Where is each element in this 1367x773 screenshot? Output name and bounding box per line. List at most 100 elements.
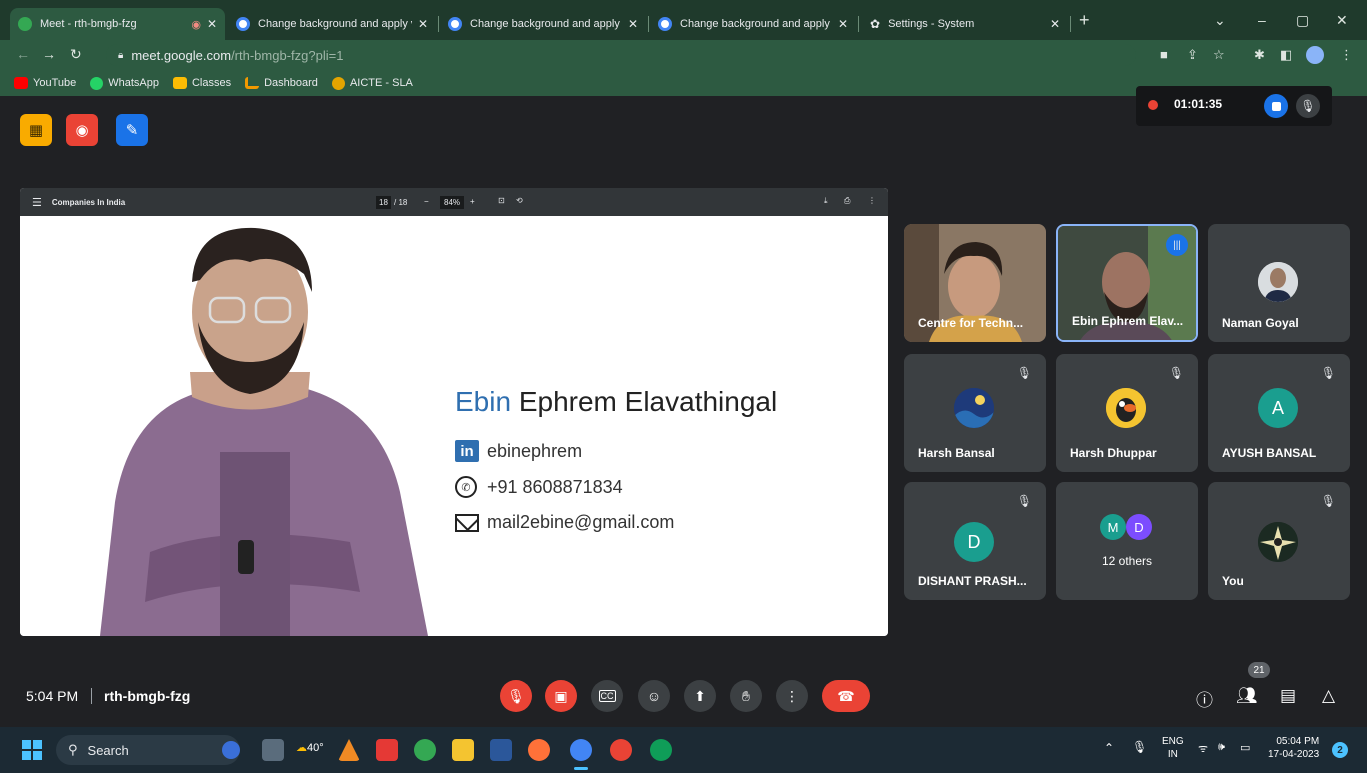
close-tab-icon[interactable]: ✕ xyxy=(207,17,217,31)
zoom-in-icon[interactable]: + xyxy=(470,197,475,206)
rotate-icon[interactable]: ⟲ xyxy=(516,196,523,205)
whatsapp-icon xyxy=(90,76,104,90)
volume-icon[interactable]: 🕪︎ xyxy=(1218,741,1225,754)
profile-avatar[interactable] xyxy=(1306,46,1324,64)
notification-badge[interactable]: 2 xyxy=(1332,742,1348,758)
microphone-icon[interactable]: 🎙︎ xyxy=(1132,740,1147,754)
aicte-icon xyxy=(331,76,345,90)
participant-tile-others[interactable]: M D 12 others xyxy=(1056,482,1198,600)
bookmark-aicte[interactable]: AICTE - SLA xyxy=(331,76,413,90)
participant-tile[interactable]: 🎙︎ A AYUSH BANSAL xyxy=(1208,354,1350,472)
acrobat-icon[interactable] xyxy=(376,739,398,761)
camera-off-button[interactable]: ▣ xyxy=(545,680,577,712)
mic-off-button[interactable]: 🎙︎ xyxy=(500,680,532,712)
notes-icon[interactable]: ✎ xyxy=(116,114,148,146)
people-icon[interactable]: 👥︎ xyxy=(1236,686,1258,706)
slide-email: mail2ebine@gmail.com xyxy=(487,512,675,532)
participant-tile[interactable]: 🎙︎ Harsh Dhuppar xyxy=(1056,354,1198,472)
url-host: meet.google.com xyxy=(131,47,232,63)
close-tab-icon[interactable]: ✕ xyxy=(1050,17,1060,31)
reactions-button[interactable]: ☺ xyxy=(638,680,670,712)
mic-off-icon[interactable]: 🎙︎ xyxy=(1296,94,1320,118)
tab-change-background-3[interactable]: Change background and apply v ✕ xyxy=(650,8,856,40)
leave-call-button[interactable]: ☎︎ xyxy=(822,680,870,712)
battery-icon[interactable]: ▭ xyxy=(1240,741,1250,754)
firefox-icon[interactable] xyxy=(528,739,550,761)
windows-start-icon[interactable] xyxy=(22,740,42,760)
participant-tile-self[interactable]: 🎙︎ You xyxy=(1208,482,1350,600)
google-icon xyxy=(658,17,672,31)
tab-change-background-2[interactable]: Change background and apply v ✕ xyxy=(440,8,646,40)
pdf-page-input[interactable]: 18 xyxy=(376,196,391,209)
chevron-up-icon[interactable]: ⌃ xyxy=(1104,741,1114,755)
close-tab-icon[interactable]: ✕ xyxy=(838,17,848,31)
task-view-icon[interactable] xyxy=(262,739,284,761)
file-explorer-icon[interactable] xyxy=(452,739,474,761)
chat-icon[interactable]: ▤ xyxy=(1280,686,1296,706)
speaker-photo xyxy=(100,227,428,636)
layout-icon[interactable]: ▦ xyxy=(20,114,52,146)
record-icon[interactable]: ◉ xyxy=(66,114,98,146)
vlc-icon[interactable] xyxy=(338,739,360,761)
restore-icon[interactable]: ▢ xyxy=(1296,12,1309,29)
close-tab-icon[interactable]: ✕ xyxy=(628,17,638,31)
wifi-icon[interactable]: ᯤ xyxy=(1198,741,1208,756)
stop-icon xyxy=(1271,101,1281,111)
reload-icon[interactable]: ↻ xyxy=(70,46,82,63)
stop-recording-button[interactable] xyxy=(1264,94,1288,118)
captions-button[interactable]: CC xyxy=(591,680,623,712)
chrome-icon[interactable] xyxy=(414,739,436,761)
google-icon xyxy=(448,17,462,31)
fit-page-icon[interactable]: ⊡ xyxy=(498,196,505,205)
more-options-button[interactable]: ⋮ xyxy=(776,680,808,712)
participant-tile[interactable]: Centre for Techn... xyxy=(904,224,1046,342)
chrome-icon[interactable] xyxy=(610,739,632,761)
participant-tile[interactable]: 🎙︎ Harsh Bansal xyxy=(904,354,1046,472)
menu-kebab-icon[interactable]: ⋮ xyxy=(1340,47,1353,63)
address-bar[interactable]: 🔒︎ meet.google.com/rth-bmgb-fzg?pli=1 xyxy=(106,44,1136,66)
minimize-icon[interactable]: – xyxy=(1258,12,1266,28)
participant-tile[interactable]: ||| Ebin Ephrem Elav... xyxy=(1056,224,1198,342)
bookmark-whatsapp[interactable]: WhatsApp xyxy=(90,76,159,90)
new-tab-button[interactable]: + xyxy=(1079,10,1090,31)
taskbar-search[interactable]: ⚲ Search xyxy=(56,735,240,765)
forward-arrow-icon[interactable]: → xyxy=(42,46,56,62)
camera-icon[interactable]: ■ xyxy=(1160,47,1168,62)
participant-tile[interactable]: 🎙︎ D DISHANT PRASH... xyxy=(904,482,1046,600)
hamburger-menu-icon[interactable]: ☰ xyxy=(32,196,42,209)
tab-search-chevron-icon[interactable]: ⌄ xyxy=(1214,12,1226,29)
close-tab-icon[interactable]: ✕ xyxy=(418,17,428,31)
taskbar-clock[interactable]: 05:04 PM 17-04-2023 xyxy=(1268,735,1319,761)
close-window-icon[interactable]: ✕ xyxy=(1336,12,1348,29)
meet-stage: ▦ ◉ ✎ 01:01:35 🎙︎ ☰ Companies In India 1… xyxy=(0,86,1367,727)
word-icon[interactable] xyxy=(490,739,512,761)
chrome-icon[interactable] xyxy=(570,739,592,761)
pdf-more-icon[interactable]: ⋮ xyxy=(868,196,876,205)
zoom-out-icon[interactable]: − xyxy=(424,197,429,206)
bing-icon xyxy=(222,741,240,759)
mail-icon xyxy=(455,513,479,532)
back-arrow-icon[interactable]: ← xyxy=(16,46,30,62)
tab-settings[interactable]: ✿ Settings - System ✕ xyxy=(862,8,1068,40)
edge-icon[interactable] xyxy=(650,739,672,761)
print-icon[interactable]: ⎙ xyxy=(844,196,850,206)
side-panel-icon[interactable]: ◧ xyxy=(1280,47,1292,63)
language-indicator[interactable]: ENG IN xyxy=(1162,735,1184,761)
present-button[interactable]: ⬆ xyxy=(684,680,716,712)
share-icon[interactable]: ⇪ xyxy=(1187,47,1198,63)
bookmark-dashboard[interactable]: Dashboard xyxy=(245,77,318,89)
info-icon[interactable]: ⓘ xyxy=(1196,686,1213,711)
avatar-letter: D xyxy=(967,531,981,552)
participant-tile[interactable]: Naman Goyal xyxy=(1208,224,1350,342)
download-icon[interactable]: ⤓ xyxy=(824,196,828,206)
extensions-icon[interactable]: ✱ xyxy=(1254,47,1265,63)
weather-widget[interactable]: ☁40° xyxy=(296,741,324,754)
zoom-input[interactable]: 84% xyxy=(440,196,465,209)
bookmark-youtube[interactable]: YouTube xyxy=(14,77,76,89)
tab-meet[interactable]: Meet - rth-bmgb-fzg ◉ ✕ xyxy=(10,8,225,40)
bookmark-classes[interactable]: Classes xyxy=(172,77,231,89)
activities-icon[interactable]: △ xyxy=(1322,686,1335,706)
star-icon[interactable]: ☆ xyxy=(1213,47,1225,63)
raise-hand-button[interactable]: ✋︎ xyxy=(730,680,762,712)
tab-change-background-1[interactable]: Change background and apply v ✕ xyxy=(228,8,436,40)
